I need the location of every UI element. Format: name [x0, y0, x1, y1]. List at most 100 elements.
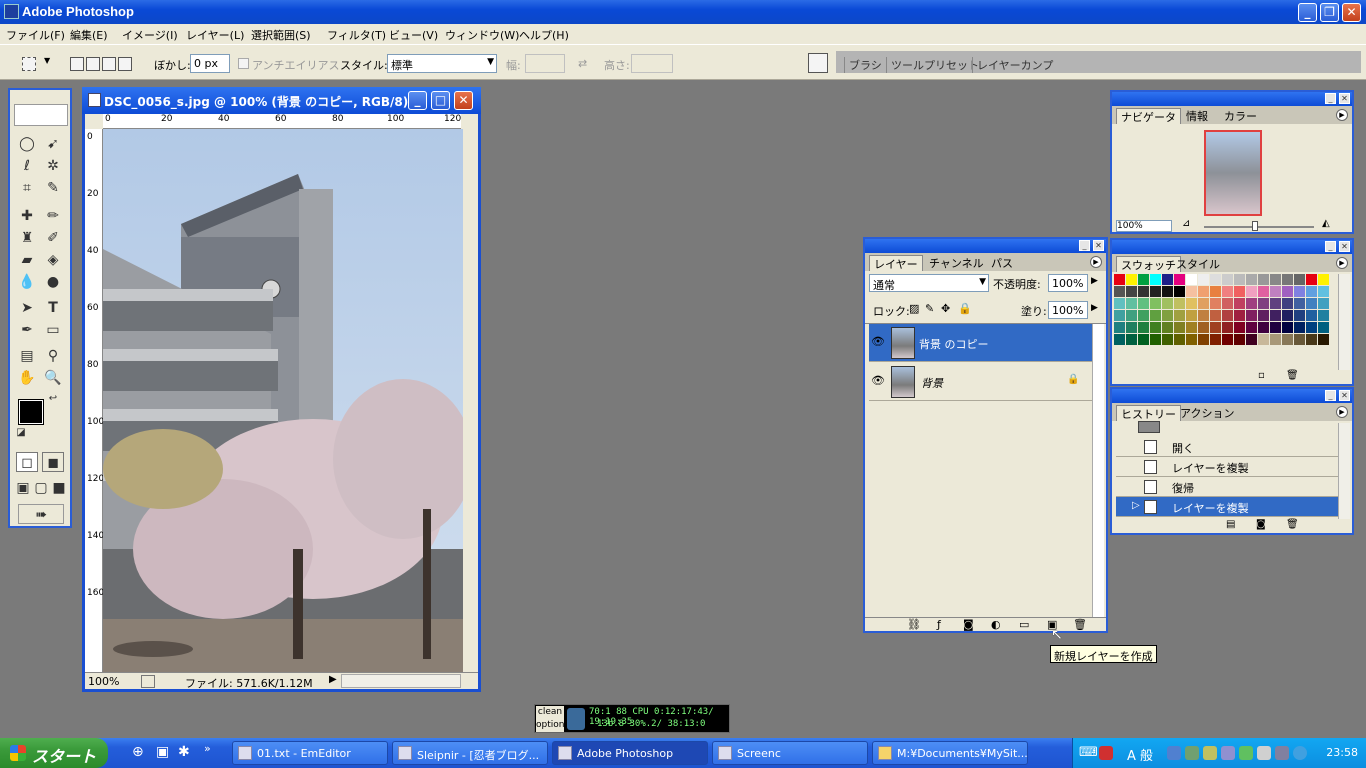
swatch[interactable] [1114, 298, 1125, 309]
navigator-zoom-field[interactable]: 100% [1116, 220, 1172, 232]
swatch[interactable] [1210, 334, 1221, 345]
restore-button[interactable]: ❐ [1320, 3, 1339, 22]
swatch[interactable] [1114, 334, 1125, 345]
zoom-slider-thumb[interactable] [1252, 221, 1258, 231]
swatch[interactable] [1234, 334, 1245, 345]
layer-name[interactable]: 背景 [921, 375, 943, 391]
swatch[interactable] [1114, 322, 1125, 333]
layer-style-icon[interactable]: ƒ [937, 618, 941, 631]
clock[interactable]: 23:58 [1326, 746, 1358, 759]
screen-mode-full-menu-icon[interactable]: ▢ [34, 478, 48, 498]
menu-filter[interactable]: フィルタ(T) [327, 27, 386, 43]
swatch[interactable] [1186, 310, 1197, 321]
swatch[interactable] [1246, 274, 1257, 285]
swatch[interactable] [1186, 286, 1197, 297]
swatch[interactable] [1282, 310, 1293, 321]
new-document-from-state-icon[interactable]: ▤ [1226, 519, 1235, 530]
swatch[interactable] [1282, 274, 1293, 285]
swatch[interactable] [1234, 298, 1245, 309]
menu-file[interactable]: ファイル(F) [6, 27, 65, 43]
delete-swatch-icon[interactable]: 🗑 [1286, 370, 1299, 381]
tab-navigator[interactable]: ナビゲータ [1116, 108, 1181, 124]
swatch[interactable] [1150, 298, 1161, 309]
swatch[interactable] [1126, 310, 1137, 321]
swatch[interactable] [1222, 298, 1233, 309]
swatch[interactable] [1186, 334, 1197, 345]
opacity-input[interactable]: 100% [1048, 274, 1088, 292]
rectangle-tool-icon[interactable]: ▭ [42, 320, 64, 340]
swatch[interactable] [1138, 298, 1149, 309]
hand-tool-icon[interactable]: ✋ [16, 368, 38, 388]
swatch[interactable] [1258, 274, 1269, 285]
swatch[interactable] [1126, 334, 1137, 345]
swatch[interactable] [1258, 334, 1269, 345]
swatch[interactable] [1270, 310, 1281, 321]
lock-all-icon[interactable]: 🔒 [958, 302, 972, 315]
menu-view[interactable]: ビュー(V) [389, 27, 438, 43]
zoom-in-icon[interactable]: ◭ [1322, 218, 1330, 229]
palette-minimize-button[interactable]: _ [1325, 241, 1336, 252]
swatch[interactable] [1186, 298, 1197, 309]
swatch[interactable] [1246, 334, 1257, 345]
swatch[interactable] [1306, 274, 1317, 285]
slice-tool-icon[interactable]: ✎ [42, 178, 64, 198]
palette-menu-arrow-icon[interactable]: ▶ [1336, 109, 1348, 121]
swatch[interactable] [1162, 274, 1173, 285]
path-selection-icon[interactable]: ➤ [16, 298, 38, 318]
swatch[interactable] [1282, 322, 1293, 333]
tray-icon[interactable] [1185, 746, 1199, 760]
layer-name[interactable]: 背景 のコピー [919, 336, 989, 352]
swatch[interactable] [1126, 274, 1137, 285]
eye-icon[interactable]: 👁 [871, 335, 885, 348]
swatch[interactable] [1270, 298, 1281, 309]
intersect-selection-icon[interactable] [118, 57, 132, 71]
history-item[interactable]: 復帰 [1116, 477, 1342, 497]
swatch[interactable] [1258, 310, 1269, 321]
palette-menu-arrow-icon[interactable]: ▶ [1336, 406, 1348, 418]
opacity-arrow-icon[interactable]: ▶ [1091, 276, 1098, 286]
task-explorer-folder[interactable]: M:¥Documents¥MySit... [872, 741, 1028, 765]
tray-icon[interactable] [1203, 746, 1217, 760]
swatch[interactable] [1318, 298, 1329, 309]
feather-input[interactable]: 0 px [190, 54, 230, 73]
zoom-tool-icon[interactable]: 🔍 [42, 368, 64, 388]
swatch[interactable] [1294, 322, 1305, 333]
swatch[interactable] [1138, 286, 1149, 297]
adjustment-layer-icon[interactable]: ◐ [991, 618, 1001, 631]
status-menu-arrow-icon[interactable]: ▶ [329, 674, 337, 685]
width-input[interactable] [525, 54, 565, 73]
palette-tab-layer-comps[interactable]: レイヤーカンプ [972, 57, 1053, 73]
task-photoshop[interactable]: Adobe Photoshop [552, 741, 708, 765]
paint-bucket-icon[interactable]: ◈ [42, 250, 64, 270]
swatch[interactable] [1210, 322, 1221, 333]
tab-styles[interactable]: スタイル [1172, 256, 1224, 272]
tab-info[interactable]: 情報 [1182, 108, 1212, 124]
height-input[interactable] [631, 54, 673, 73]
swatches-scrollbar[interactable] [1338, 274, 1350, 370]
swatch[interactable] [1198, 334, 1209, 345]
swatch[interactable] [1186, 274, 1197, 285]
palette-tab-brushes[interactable]: ブラシ [844, 57, 882, 73]
swatch[interactable] [1294, 310, 1305, 321]
swatch[interactable] [1162, 334, 1173, 345]
swatch[interactable] [1222, 310, 1233, 321]
swatch[interactable] [1222, 334, 1233, 345]
swatch[interactable] [1246, 322, 1257, 333]
delete-state-icon[interactable]: 🗑 [1286, 519, 1299, 530]
new-snapshot-icon[interactable]: ◙ [1256, 519, 1266, 530]
notes-tool-icon[interactable]: ▤ [16, 346, 38, 366]
task-emeditor[interactable]: 01.txt - EmEditor [232, 741, 388, 765]
swatch[interactable] [1162, 298, 1173, 309]
swatch[interactable] [1234, 274, 1245, 285]
antialias-checkbox[interactable] [238, 58, 249, 69]
swatch[interactable] [1222, 274, 1233, 285]
close-button[interactable]: ✕ [1342, 3, 1361, 22]
meter-option-label[interactable]: option [536, 719, 564, 732]
swatch[interactable] [1126, 322, 1137, 333]
clone-stamp-icon[interactable]: ♜ [16, 228, 38, 248]
swatch[interactable] [1258, 298, 1269, 309]
new-group-icon[interactable]: ▭ [1019, 618, 1029, 631]
image-canvas[interactable] [103, 129, 463, 672]
quicklaunch-app-icon[interactable]: ✱ [178, 744, 190, 760]
swatch[interactable] [1234, 322, 1245, 333]
